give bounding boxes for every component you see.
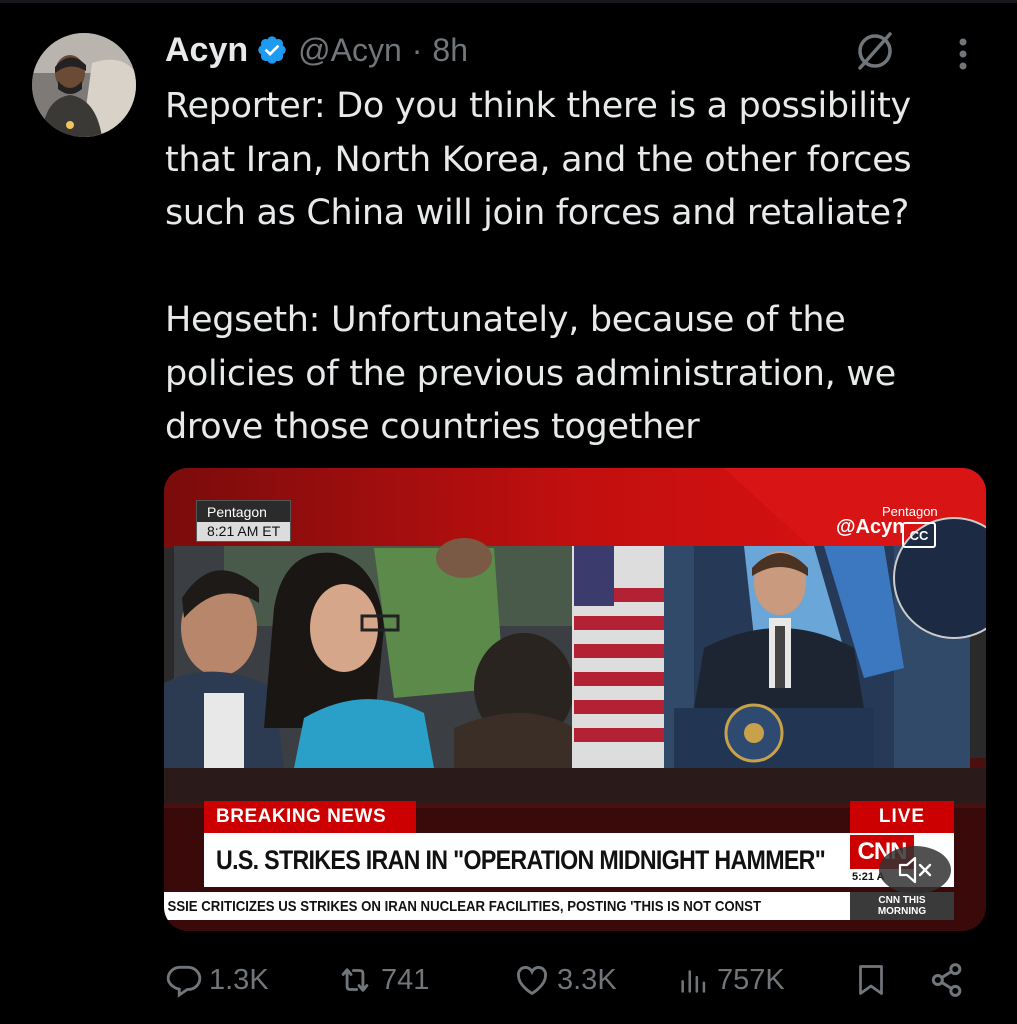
show-name: CNN THIS MORNING	[850, 892, 954, 920]
captions-button[interactable]: CC	[902, 522, 936, 548]
like-button[interactable]: 3.3K	[513, 952, 617, 1008]
breaking-news-label: BREAKING NEWS	[204, 801, 416, 833]
video-player[interactable]: Pentagon 8:21 AM ET Pentagon @Acyn CC BR…	[164, 468, 986, 931]
tweet-text: Reporter: Do you think there is a possib…	[165, 86, 912, 447]
like-count: 3.3K	[557, 963, 617, 996]
live-label: LIVE	[850, 801, 954, 833]
grok-icon[interactable]	[852, 28, 898, 74]
tweet-time[interactable]: 8h	[432, 32, 468, 69]
top-divider	[0, 0, 1017, 3]
mute-button[interactable]	[879, 846, 951, 894]
reply-icon	[166, 965, 202, 998]
news-ticker: SSIE CRITICIZES US STRIKES ON IRAN NUCLE…	[164, 892, 850, 920]
bookmark-icon	[859, 965, 883, 995]
views-button[interactable]: 757K	[677, 952, 785, 1008]
repost-button[interactable]: 741	[335, 952, 429, 1008]
repost-icon	[341, 968, 369, 992]
location-label-left: Pentagon 8:21 AM ET	[196, 500, 292, 542]
author-name[interactable]: Acyn	[165, 31, 248, 70]
action-bar: 1.3K 741 3.3K 757K	[165, 952, 975, 1008]
separator-dot: ·	[411, 31, 423, 68]
analytics-icon	[681, 970, 706, 993]
reply-button[interactable]: 1.3K	[165, 952, 269, 1008]
show-name-line1: CNN THIS	[878, 895, 926, 906]
headline-text: U.S. STRIKES IRAN IN "OPERATION MIDNIGHT…	[216, 844, 826, 875]
bookmark-button[interactable]	[853, 952, 889, 1008]
author-handle[interactable]: @Acyn	[298, 32, 402, 69]
watermark: @Acyn	[836, 516, 905, 538]
chyron-headline: U.S. STRIKES IRAN IN "OPERATION MIDNIGHT…	[204, 833, 864, 887]
reply-count: 1.3K	[209, 963, 269, 996]
show-name-line2: MORNING	[877, 906, 927, 917]
verified-badge-icon	[258, 36, 286, 64]
ticker-text: SSIE CRITICIZES US STRIKES ON IRAN NUCLE…	[167, 897, 762, 915]
share-icon	[931, 963, 962, 997]
avatar-image	[32, 33, 136, 137]
heart-icon	[516, 966, 548, 996]
share-button[interactable]	[927, 952, 967, 1008]
more-options-icon[interactable]	[948, 36, 978, 76]
tweet-header: Acyn @Acyn · 8h	[165, 28, 468, 72]
location-text: Pentagon	[207, 504, 267, 520]
speaker-muted-icon	[898, 856, 932, 884]
time-text: 8:21 AM ET	[197, 522, 291, 541]
view-count: 757K	[717, 963, 785, 996]
repost-count: 741	[381, 963, 430, 996]
avatar[interactable]	[32, 33, 136, 137]
